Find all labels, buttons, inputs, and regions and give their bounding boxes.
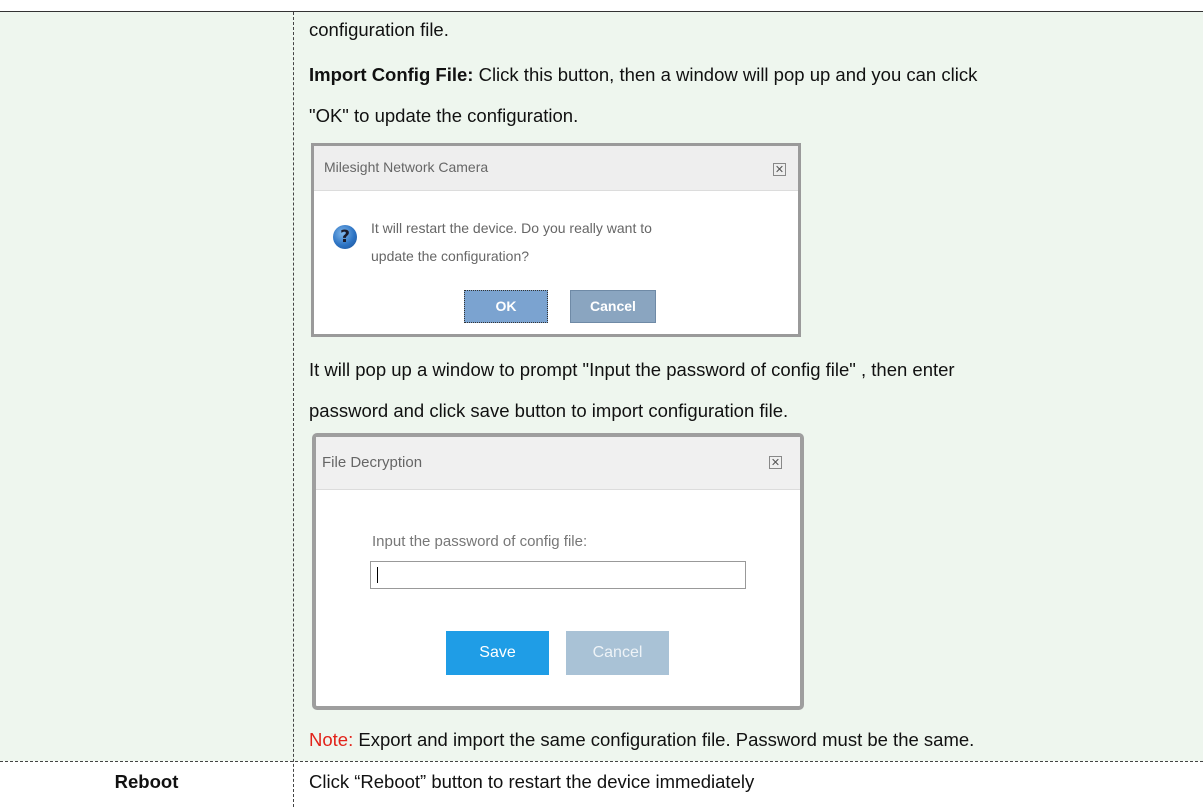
file-decryption-dialog: File Decryption ✕ Input the password of … [312,433,804,710]
close-icon[interactable]: ✕ [769,456,782,469]
doc-table: configuration file. Import Config File: … [0,0,1203,807]
dialog-message: It will restart the device. Do you reall… [371,214,652,270]
reboot-label: Reboot [114,771,179,792]
text-line: It will pop up a window to prompt "Input… [309,359,955,380]
text-line: "OK" to update the configuration. [309,105,579,126]
dialog-title: Milesight Network Camera [324,159,489,175]
password-input[interactable] [370,561,746,589]
ok-button[interactable]: OK [464,290,548,323]
save-button[interactable]: Save [446,631,549,675]
text-caret [377,567,378,583]
column-divider [293,12,294,807]
dialog-message-line: It will restart the device. Do you reall… [371,220,652,236]
note-text: Export and import the same configuration… [353,729,975,750]
dialog-titlebar: File Decryption ✕ [316,437,800,490]
cancel-button[interactable]: Cancel [566,631,669,675]
note-label: Note: [309,729,354,750]
dialog-message-line: update the configuration? [371,248,530,264]
dialog-title: File Decryption [322,454,423,471]
reboot-description: Click “Reboot” button to restart the dev… [309,771,755,792]
import-config-paragraph: Import Config File: Click this button, t… [309,60,977,90]
text-line: password and click save button to import… [309,400,789,421]
question-icon: ? [333,225,357,249]
password-label: Input the password of config file: [372,533,588,550]
import-config-text: Click this button, then a window will po… [473,64,978,85]
dialog-titlebar: Milesight Network Camera ✕ [314,146,798,191]
import-config-label: Import Config File: [309,64,474,85]
confirm-dialog: Milesight Network Camera ✕ ? It will res… [311,143,801,337]
note-paragraph: Note: Export and import the same configu… [309,725,974,755]
close-icon[interactable]: ✕ [773,163,786,176]
cancel-button[interactable]: Cancel [570,290,656,323]
row-divider [0,761,1203,762]
text-line: configuration file. [309,19,449,40]
table-top-border [0,11,1203,12]
